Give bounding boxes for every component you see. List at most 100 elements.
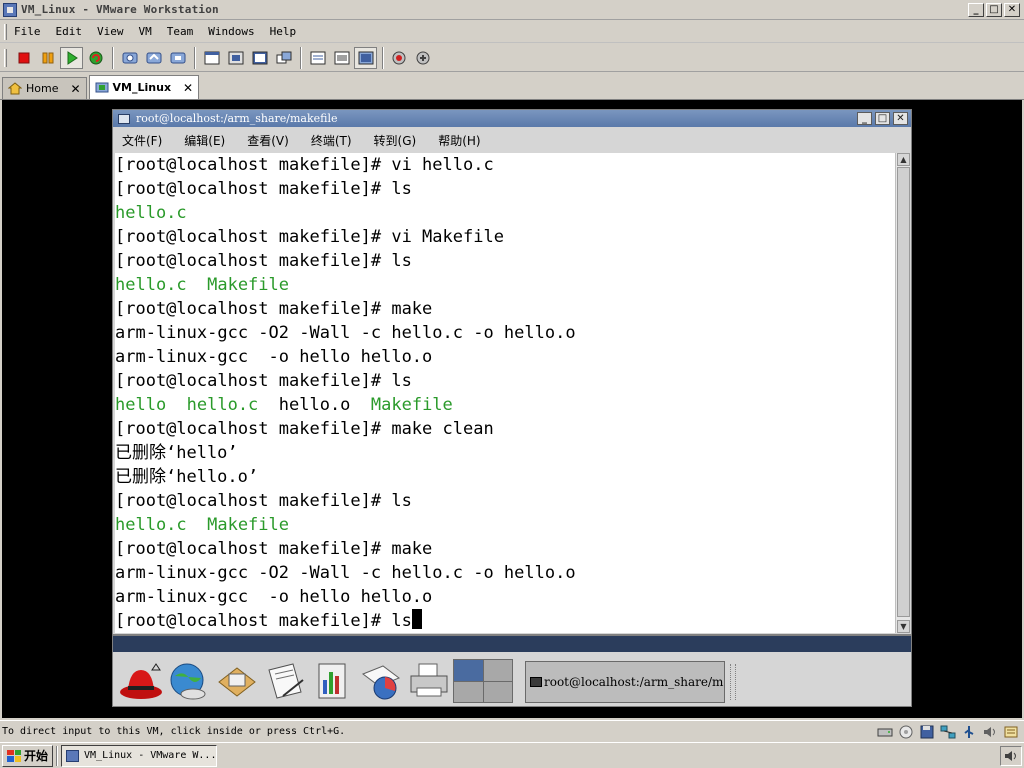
- terminal-line: [root@localhost makefile]# ls: [115, 491, 412, 511]
- panel-drag-handle[interactable]: [730, 664, 736, 700]
- menu-file[interactable]: File: [14, 25, 41, 38]
- terminal-menu-terminal[interactable]: 终端(T): [311, 132, 352, 149]
- cdrom-icon[interactable]: [898, 725, 914, 739]
- menu-help[interactable]: Help: [270, 25, 297, 38]
- home-icon: [8, 82, 22, 95]
- start-label: 开始: [24, 749, 49, 763]
- summary-view-icon[interactable]: [306, 47, 329, 69]
- system-tray[interactable]: [1000, 746, 1022, 766]
- snapshot-icon[interactable]: [118, 47, 141, 69]
- terminal-line: [root@localhost makefile]# vi hello.c: [115, 155, 494, 175]
- ls-entry: hello.o: [278, 395, 371, 415]
- terminal-window[interactable]: root@localhost:/arm_share/makefile _ □ ✕…: [112, 109, 912, 635]
- full-screen-icon[interactable]: [224, 47, 247, 69]
- window-title: VM_Linux - VMware Workstation: [21, 3, 219, 16]
- tab-vm-linux[interactable]: VM_Linux ✕: [88, 75, 200, 99]
- terminal-line: arm-linux-gcc -o hello hello.o: [115, 347, 433, 367]
- quick-switch-icon[interactable]: [248, 47, 271, 69]
- menubar-grip[interactable]: [4, 24, 7, 40]
- workspace-4[interactable]: [483, 681, 512, 702]
- revert-snapshot-icon[interactable]: [142, 47, 165, 69]
- unity-icon[interactable]: [272, 47, 295, 69]
- writer-icon[interactable]: [261, 658, 309, 704]
- toolbar-separator: [300, 46, 302, 69]
- speaker-icon[interactable]: [1004, 750, 1018, 762]
- tab-home-label: Home: [26, 82, 59, 95]
- scroll-down-arrow-icon[interactable]: ▼: [897, 620, 910, 633]
- terminal-output[interactable]: [root@localhost makefile]# vi hello.c [r…: [115, 153, 895, 633]
- message-log-icon[interactable]: [1003, 725, 1019, 739]
- terminal-line: arm-linux-gcc -O2 -Wall -c hello.c -o he…: [115, 323, 576, 343]
- linux-panel: root@localhost:/arm_share/makefile: [112, 635, 912, 707]
- tab-vm-linux-close-icon[interactable]: ✕: [183, 81, 193, 95]
- taskbar-vmware-button[interactable]: VM_Linux - VMware W...: [61, 744, 218, 767]
- menu-vm[interactable]: VM: [139, 25, 152, 38]
- terminal-menu-goto[interactable]: 转到(G): [374, 132, 417, 149]
- tab-home-close-icon[interactable]: ✕: [70, 82, 80, 96]
- email-icon[interactable]: [213, 658, 261, 704]
- hard-disk-icon[interactable]: [877, 725, 893, 739]
- scroll-up-arrow-icon[interactable]: ▲: [897, 153, 910, 166]
- impress-icon[interactable]: [357, 658, 405, 704]
- vmware-titlebar: VM_Linux - VMware Workstation _ □ ✕: [0, 0, 1024, 20]
- panel-strip: [113, 636, 911, 652]
- terminal-scrollbar[interactable]: ▲ ▼: [895, 153, 910, 633]
- calc-icon[interactable]: [309, 658, 357, 704]
- normal-view-icon[interactable]: [200, 47, 223, 69]
- taskbar-vmware-label: VM_Linux - VMware W...: [84, 750, 217, 761]
- network-icon[interactable]: [940, 725, 956, 739]
- console-view-icon[interactable]: [330, 47, 353, 69]
- panel-task-label: root@localhost:/arm_share/makefile: [544, 675, 724, 689]
- maximize-button[interactable]: □: [986, 2, 1002, 17]
- workspace-2[interactable]: [483, 660, 512, 681]
- terminal-menu-file[interactable]: 文件(F): [122, 132, 162, 149]
- scrollbar-thumb[interactable]: [897, 167, 910, 617]
- menu-view[interactable]: View: [97, 25, 124, 38]
- sound-icon[interactable]: [982, 725, 998, 739]
- pause-icon[interactable]: [36, 47, 59, 69]
- start-button[interactable]: 开始: [2, 744, 54, 767]
- terminal-menu-edit[interactable]: 编辑(E): [184, 132, 225, 149]
- terminal-line: [root@localhost makefile]# ls: [115, 179, 412, 199]
- settings-icon[interactable]: [412, 47, 435, 69]
- terminal-minimize-button[interactable]: _: [857, 112, 872, 125]
- ls-entry: hello hello.c: [115, 395, 279, 415]
- redhat-menu-icon[interactable]: [117, 658, 165, 704]
- workspace-1[interactable]: [454, 660, 483, 681]
- vmware-app-icon: [3, 2, 17, 17]
- web-browser-icon[interactable]: [165, 658, 213, 704]
- terminal-line: hello.c Makefile: [115, 275, 289, 295]
- terminal-maximize-button[interactable]: □: [875, 112, 890, 125]
- minimize-button[interactable]: _: [968, 2, 984, 17]
- workspace-3[interactable]: [454, 681, 483, 702]
- terminal-line: 已删除‘hello’: [115, 443, 238, 463]
- snapshot-manager-icon[interactable]: [166, 47, 189, 69]
- terminal-task-icon: [530, 677, 542, 687]
- usb-icon[interactable]: [961, 725, 977, 739]
- reset-icon[interactable]: [84, 47, 107, 69]
- terminal-menu-view[interactable]: 查看(V): [247, 132, 289, 149]
- terminal-prompt: [root@localhost makefile]# ls: [115, 611, 412, 631]
- capture-icon[interactable]: [388, 47, 411, 69]
- tab-home[interactable]: Home ✕: [2, 77, 87, 99]
- appliance-view-icon[interactable]: [354, 46, 377, 69]
- floppy-icon[interactable]: [919, 725, 935, 739]
- terminal-close-button[interactable]: ✕: [893, 112, 908, 125]
- terminal-menubar: 文件(F) 编辑(E) 查看(V) 终端(T) 转到(G) 帮助(H): [113, 129, 911, 151]
- terminal-menu-help[interactable]: 帮助(H): [438, 132, 480, 149]
- windows-taskbar: 开始 VM_Linux - VMware W...: [0, 742, 1024, 768]
- panel-task-button[interactable]: root@localhost:/arm_share/makefile: [525, 661, 725, 703]
- toolbar-separator: [194, 46, 196, 69]
- printer-icon[interactable]: [405, 658, 453, 704]
- vm-console[interactable]: root@localhost:/arm_share/makefile _ □ ✕…: [2, 100, 1022, 718]
- terminal-titlebar[interactable]: root@localhost:/arm_share/makefile _ □ ✕: [113, 110, 911, 127]
- menu-edit[interactable]: Edit: [56, 25, 83, 38]
- close-button[interactable]: ✕: [1004, 2, 1020, 17]
- stop-icon[interactable]: [12, 47, 35, 69]
- terminal-line: hello.c: [115, 203, 187, 223]
- workspace-pager[interactable]: [453, 659, 513, 703]
- play-icon[interactable]: [60, 46, 83, 69]
- menu-windows[interactable]: Windows: [208, 25, 254, 38]
- menu-team[interactable]: Team: [167, 25, 194, 38]
- toolbar-grip[interactable]: [4, 49, 7, 67]
